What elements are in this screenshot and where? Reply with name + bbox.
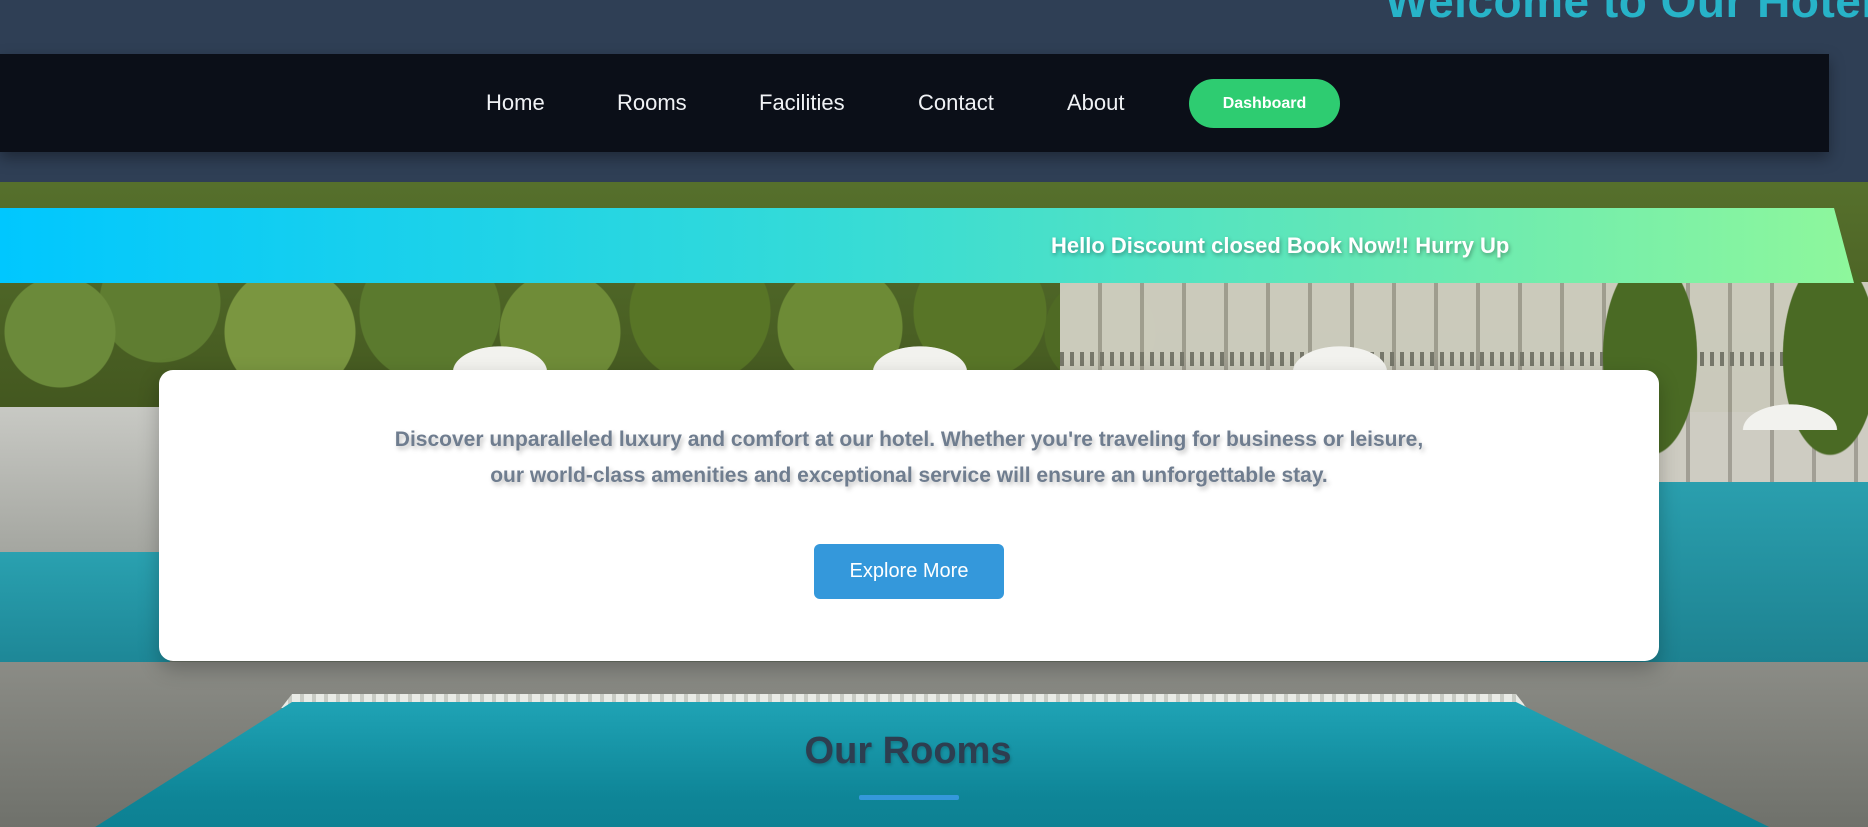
hero-description: Discover unparalleled luxury and comfort… [394,428,1424,487]
nav-link-about[interactable]: About [1067,90,1125,116]
hero-umbrella [1735,400,1845,430]
rooms-section-heading: Our Rooms [804,730,1012,772]
nav-link-facilities[interactable]: Facilities [759,90,845,116]
dashboard-button[interactable]: Dashboard [1189,79,1340,128]
nav-link-rooms[interactable]: Rooms [617,90,687,116]
discount-banner-text: Hello Discount closed Book Now!! Hurry U… [1051,233,1510,258]
discount-banner: Hello Discount closed Book Now!! Hurry U… [0,208,1854,283]
hero-umbrella [1285,342,1395,372]
hero-tree [1770,272,1868,482]
nav-link-contact[interactable]: Contact [918,90,994,116]
hero-umbrella [865,342,975,372]
nav-link-home[interactable]: Home [486,90,545,116]
hero-umbrella [445,342,555,372]
rooms-heading-underline [859,795,959,800]
hero-info-card: Discover unparalleled luxury and comfort… [159,370,1659,661]
welcome-title: Welcome to Our Hotel [1385,0,1868,27]
navbar: Home Rooms Facilities Contact About Dash… [0,54,1829,152]
explore-more-button[interactable]: Explore More [814,544,1004,599]
